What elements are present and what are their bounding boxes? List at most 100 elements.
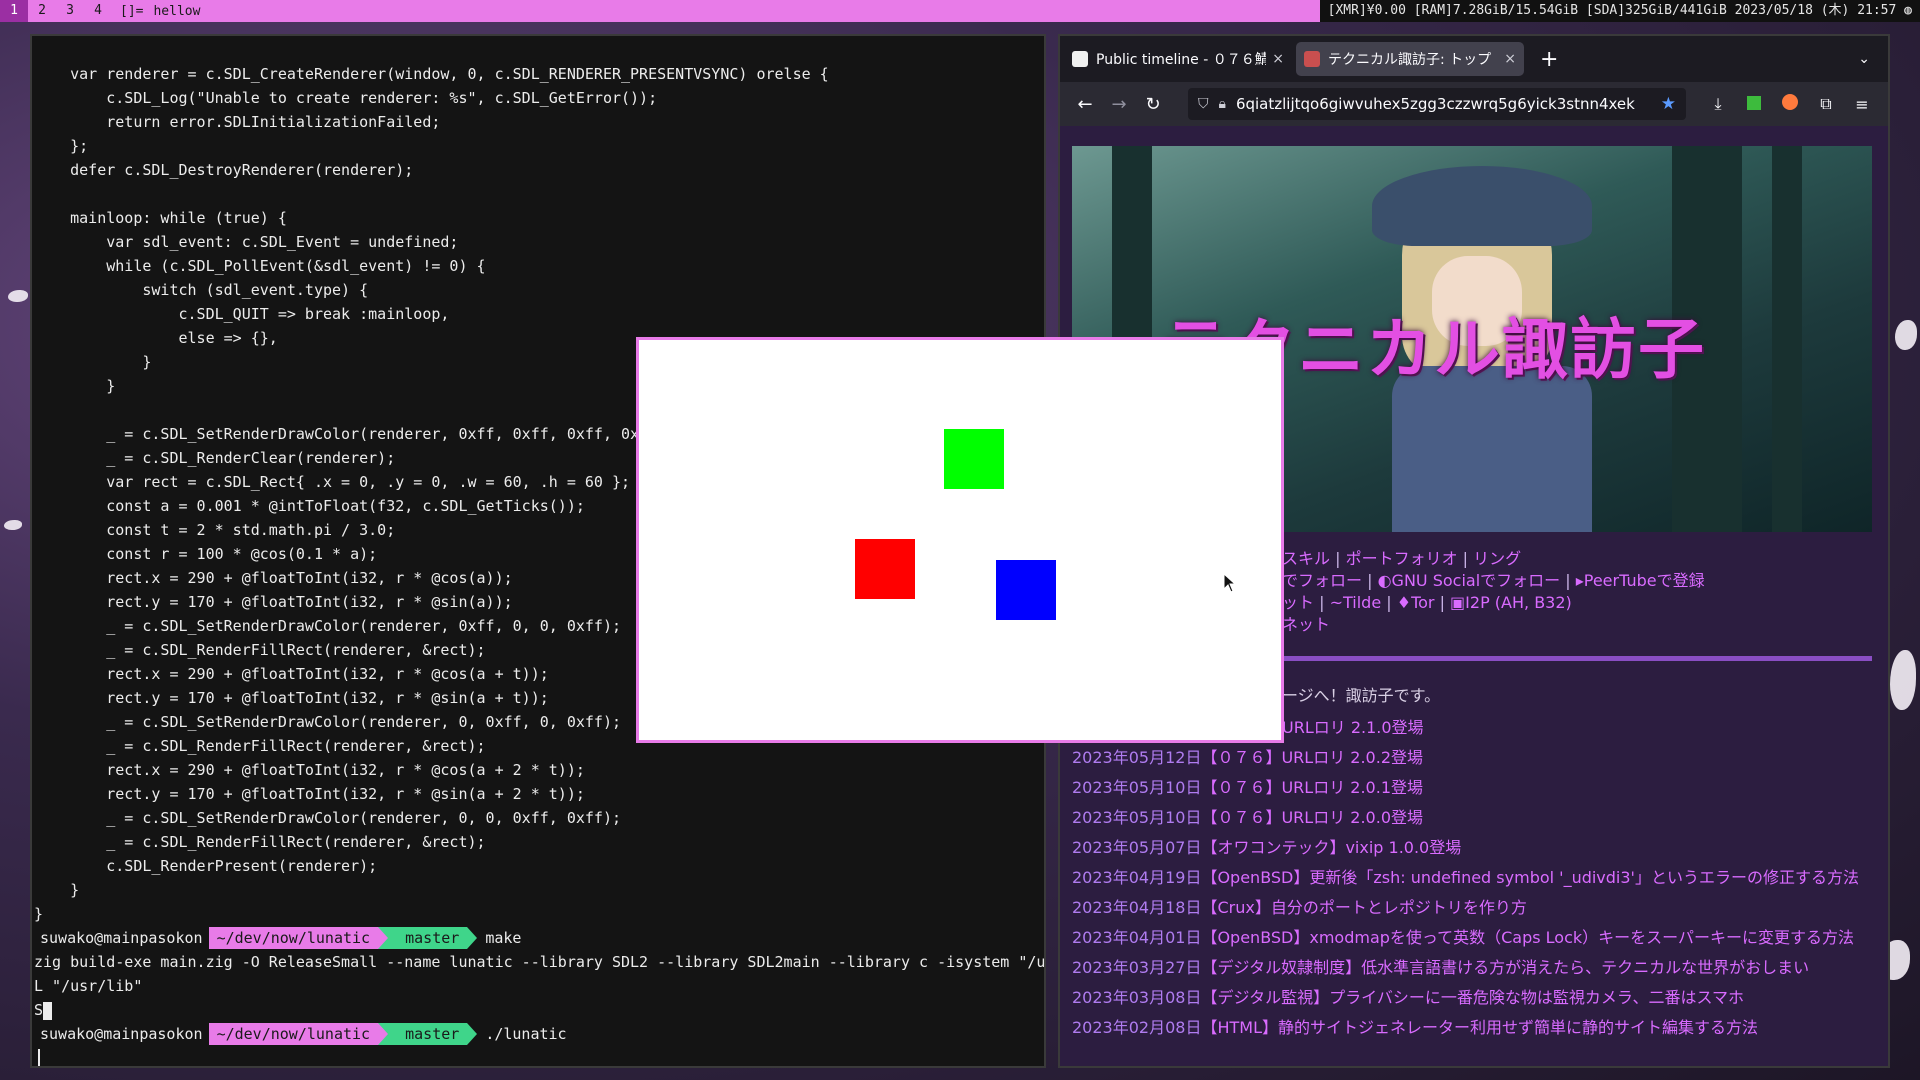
banner-tree bbox=[1772, 146, 1802, 532]
nav-separator: | bbox=[1434, 593, 1451, 612]
forward-button[interactable]: → bbox=[1102, 94, 1136, 115]
code-line: c.SDL_RenderPresent(renderer); bbox=[34, 857, 378, 875]
input-line[interactable] bbox=[34, 1046, 1044, 1066]
shell-prompt: suwako@mainpasokon ~/dev/now/lunatic mas… bbox=[34, 1022, 1044, 1046]
output-partial: S bbox=[34, 1001, 44, 1019]
news-date: 2023年04月01日 bbox=[1072, 928, 1202, 947]
code-line: } bbox=[34, 905, 44, 923]
nav-link-follow[interactable]: でフォロー bbox=[1282, 571, 1362, 590]
workspace-tag-1[interactable]: 1 bbox=[0, 0, 28, 22]
news-link[interactable]: 【デジタル奴隷制度】低水準言語書ける方が消えたら、テクニカルな世界がおしまい bbox=[1201, 958, 1809, 977]
text-cursor bbox=[38, 1048, 40, 1066]
nav-link-gnu-social[interactable]: ◐GNU Socialでフォロー bbox=[1378, 571, 1561, 590]
red-square bbox=[855, 539, 915, 599]
shell-prompt: suwako@mainpasokon ~/dev/now/lunatic mas… bbox=[34, 926, 1044, 950]
news-link[interactable]: 【デジタル監視】プライバシーに一番危険な物は監視カメラ、二番はスマホ bbox=[1201, 988, 1744, 1007]
wallpaper-petal bbox=[4, 520, 22, 530]
tab-public-timeline[interactable]: Public timeline - ０７６鯖 × bbox=[1064, 42, 1292, 76]
news-item: 2023年02月08日【HTML】静的サイトジェネレーター利用せず簡単に静的サイ… bbox=[1072, 1013, 1872, 1043]
nav-link-ring[interactable]: リング bbox=[1473, 549, 1521, 568]
code-line: _ = c.SDL_SetRenderDrawColor(renderer, 0… bbox=[34, 809, 621, 827]
shield-icon[interactable]: ⛉ bbox=[1198, 96, 1209, 112]
navigation-toolbar: ← → ↻ ⛉ 🔒︎ 6qiatzlijtqo6giwvuhex5zgg3czz… bbox=[1060, 82, 1888, 126]
news-item: 2023年03月27日【デジタル奴隷制度】低水準言語書ける方が消えたら、テクニカ… bbox=[1072, 953, 1872, 983]
tab-label: Public timeline - ０７６鯖 bbox=[1096, 52, 1267, 68]
nav-separator: | bbox=[1560, 571, 1576, 590]
news-date: 2023年02月08日 bbox=[1072, 1018, 1202, 1037]
prompt-git-branch: master bbox=[388, 1023, 468, 1045]
news-date: 2023年03月27日 bbox=[1072, 958, 1202, 977]
prompt-separator bbox=[467, 927, 478, 949]
prompt-user: suwako@mainpasokon bbox=[40, 1025, 203, 1043]
code-line: while (c.SDL_PollEvent(&sdl_event) != 0)… bbox=[34, 257, 486, 275]
tilde-icon: ~ bbox=[1329, 593, 1343, 612]
news-item: 2023年05月10日【０７６】URLロリ 2.0.1登場 bbox=[1072, 773, 1872, 803]
peertube-icon: ▸ bbox=[1575, 571, 1584, 590]
nav-link-peertube[interactable]: ▸PeerTubeで登録 bbox=[1576, 571, 1705, 590]
nav-link-i2p[interactable]: ▣I2P (AH, B32) bbox=[1450, 593, 1572, 612]
tor-extension-icon[interactable] bbox=[1772, 94, 1808, 114]
extensions-puzzle-icon[interactable]: ⧉ bbox=[1808, 94, 1844, 114]
news-link[interactable]: 【OpenBSD】xmodmapを使って英数（Caps Lock）キーをスーパー… bbox=[1201, 928, 1854, 947]
prompt-separator bbox=[378, 927, 389, 949]
nav-link-tilde[interactable]: ~Tilde bbox=[1330, 593, 1382, 612]
news-link[interactable]: 【Crux】自分のポートとレポジトリを作り方 bbox=[1201, 898, 1526, 917]
close-icon[interactable]: × bbox=[1272, 51, 1284, 67]
prompt-command: ./lunatic bbox=[485, 1025, 567, 1043]
workspace-tag-4[interactable]: 4 bbox=[84, 0, 112, 22]
nav-separator: | bbox=[1314, 593, 1330, 612]
address-bar[interactable]: ⛉ 🔒︎ 6qiatzlijtqo6giwvuhex5zgg3czzwrq5g6… bbox=[1188, 88, 1686, 120]
nav-link-skills[interactable]: スキル bbox=[1282, 549, 1330, 568]
news-item: 2023年05月10日【０７６】URLロリ 2.0.0登場 bbox=[1072, 803, 1872, 833]
code-line: c.SDL_Log("Unable to create renderer: %s… bbox=[34, 89, 658, 107]
output-line: S bbox=[34, 998, 1044, 1022]
prompt-user: suwako@mainpasokon bbox=[40, 929, 203, 947]
menu-icon[interactable]: ≡ bbox=[1844, 95, 1880, 114]
nav-link-net[interactable]: ット bbox=[1282, 593, 1314, 612]
nav-link-internet[interactable]: ネット bbox=[1282, 615, 1330, 634]
back-button[interactable]: ← bbox=[1068, 94, 1102, 115]
layout-indicator[interactable]: []= bbox=[112, 4, 149, 19]
list-all-tabs-icon[interactable]: ⌄ bbox=[1858, 51, 1888, 67]
code-line: c.SDL_QUIT => break :mainloop, bbox=[34, 305, 450, 323]
close-icon[interactable]: × bbox=[1504, 51, 1516, 67]
site-favicon-icon bbox=[1304, 51, 1320, 67]
lock-icon[interactable]: 🔒︎ bbox=[1219, 96, 1226, 112]
nav-link-portfolio[interactable]: ポートフォリオ bbox=[1346, 549, 1458, 568]
code-line: rect.y = 170 + @floatToInt(i32, r * @sin… bbox=[34, 785, 585, 803]
extension-icon[interactable] bbox=[1736, 95, 1772, 114]
news-link[interactable]: 【オワコンテック】vixip 1.0.0登場 bbox=[1201, 838, 1461, 857]
prompt-separator bbox=[378, 1023, 389, 1045]
news-date: 2023年05月10日 bbox=[1072, 778, 1202, 797]
prompt-directory: ~/dev/now/lunatic bbox=[208, 927, 379, 949]
news-link[interactable]: 【OpenBSD】更新後「zsh: undefined symbol '_udi… bbox=[1201, 868, 1859, 887]
tab-technical-suwako[interactable]: テクニカル諏訪子: トップ × bbox=[1296, 42, 1524, 76]
news-link[interactable]: 【０７６】URLロリ 2.0.2登場 bbox=[1201, 748, 1423, 767]
tab-label: テクニカル諏訪子: トップ bbox=[1328, 52, 1492, 68]
reload-button[interactable]: ↻ bbox=[1136, 94, 1170, 115]
workspace-tag-2[interactable]: 2 bbox=[28, 0, 56, 22]
sdl-app-window[interactable] bbox=[636, 337, 1284, 743]
bookmark-star-icon[interactable]: ★ bbox=[1661, 94, 1676, 114]
gnu-social-icon: ◐ bbox=[1377, 571, 1392, 590]
news-link[interactable]: 【０７６】URLロリ 2.0.1登場 bbox=[1201, 778, 1423, 797]
i2p-icon: ▣ bbox=[1450, 593, 1466, 612]
nav-separator: | bbox=[1330, 549, 1346, 568]
focused-window-title: hellow bbox=[153, 3, 201, 19]
workspace-tag-3[interactable]: 3 bbox=[56, 0, 84, 22]
nav-link-tor[interactable]: ♦Tor bbox=[1397, 593, 1435, 612]
url-text[interactable]: 6qiatzlijtqo6giwvuhex5zgg3czzwrq5g6yick3… bbox=[1236, 95, 1653, 113]
news-link[interactable]: URLロリ 2.1.0登場 bbox=[1282, 718, 1424, 737]
code-line: } bbox=[34, 881, 80, 899]
news-date: 2023年04月19日 bbox=[1072, 868, 1202, 887]
new-tab-button[interactable]: + bbox=[1528, 47, 1570, 72]
downloads-icon[interactable]: ⤓ bbox=[1700, 94, 1736, 114]
news-link[interactable]: 【０７６】URLロリ 2.0.0登場 bbox=[1201, 808, 1423, 827]
nav-separator: | bbox=[1362, 571, 1378, 590]
news-item: 2023年04月19日【OpenBSD】更新後「zsh: undefined s… bbox=[1072, 863, 1872, 893]
news-link[interactable]: 【HTML】静的サイトジェネレーター利用せず簡単に静的サイト編集する方法 bbox=[1201, 1018, 1758, 1037]
nav-separator: | bbox=[1457, 549, 1474, 568]
code-line: mainloop: while (true) { bbox=[34, 209, 287, 227]
code-line: var renderer = c.SDL_CreateRenderer(wind… bbox=[34, 65, 829, 83]
